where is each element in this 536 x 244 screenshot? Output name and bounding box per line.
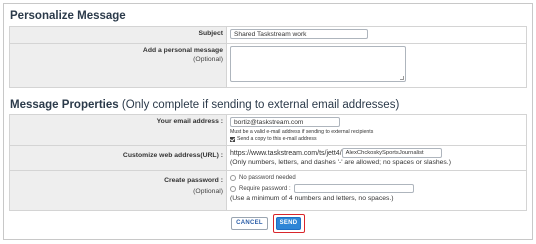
url-input[interactable]: AlexChckoskySportsJournalist [341,148,442,158]
message-row: Add a personal message (Optional) [9,43,527,88]
require-password-row: Require password : [230,184,523,193]
password-value-cell: No password needed Require password : (U… [226,170,527,211]
require-password-label: Require password : [239,185,291,192]
message-value-cell [226,43,527,88]
password-optional: (Optional) [193,188,223,195]
no-password-radio[interactable] [230,175,236,181]
url-label: Customize web address(URL) : [122,152,223,159]
properties-title-main: Message Properties [10,99,119,111]
email-hint: Must be a valid e-mail address if sendin… [230,129,374,135]
no-password-label: No password needed [239,175,296,181]
personalize-table: Subject Shared Taskstream work Add a per… [9,26,527,88]
url-line: https://www.taskstream.com/ts/jett4/ Ale… [230,148,523,158]
send-copy-label: Send a copy to this e-mail address [237,136,317,142]
send-copy-checkbox[interactable] [230,136,235,142]
message-label-cell: Add a personal message (Optional) [9,43,227,88]
subject-value-cell: Shared Taskstream work [226,26,527,44]
send-button[interactable]: SEND [276,217,301,230]
email-label: Your email address : [156,118,223,125]
resize-handle-icon[interactable] [400,76,404,80]
personal-message-textarea[interactable] [230,46,406,82]
password-label-cell: Create password : (Optional) [9,170,227,211]
send-button-highlight: SEND [273,214,305,233]
subject-label-cell: Subject [9,26,227,44]
email-value-cell: bortiz@taskstream.com Must be a valid e-… [226,114,527,146]
message-optional: (Optional) [193,56,223,63]
share-dialog: Personalize Message Subject Shared Tasks… [3,3,533,240]
cancel-button[interactable]: CANCEL [231,217,268,230]
url-label-cell: Customize web address(URL) : [9,145,227,171]
properties-title: Message Properties (Only complete if sen… [10,99,399,111]
password-note: (Use a minimum of 4 numbers and letters,… [230,195,394,202]
email-row: Your email address : bortiz@taskstream.c… [9,114,527,146]
email-label-cell: Your email address : [9,114,227,146]
subject-input[interactable]: Shared Taskstream work [230,29,368,39]
email-input[interactable]: bortiz@taskstream.com [230,117,340,127]
url-value-cell: https://www.taskstream.com/ts/jett4/ Ale… [226,145,527,171]
personalize-title: Personalize Message [10,10,126,22]
subject-row: Subject Shared Taskstream work [9,26,527,44]
password-label: Create password : [164,177,223,184]
url-note: (Only numbers, letters, and dashes '-' a… [230,159,451,166]
url-row: Customize web address(URL) : https://www… [9,145,527,171]
send-copy-row: Send a copy to this e-mail address [230,136,523,142]
no-password-row: No password needed [230,175,523,181]
properties-title-sub: (Only complete if sending to external em… [121,99,400,111]
subject-label: Subject [198,30,223,37]
properties-table: Your email address : bortiz@taskstream.c… [9,114,527,211]
require-password-radio[interactable] [230,185,236,192]
password-input[interactable] [293,184,414,193]
button-bar: CANCEL SEND [9,208,527,239]
password-row: Create password : (Optional) No password… [9,170,527,211]
message-label: Add a personal message [142,47,223,54]
url-prefix: https://www.taskstream.com/ts/jett4/ [230,149,342,157]
